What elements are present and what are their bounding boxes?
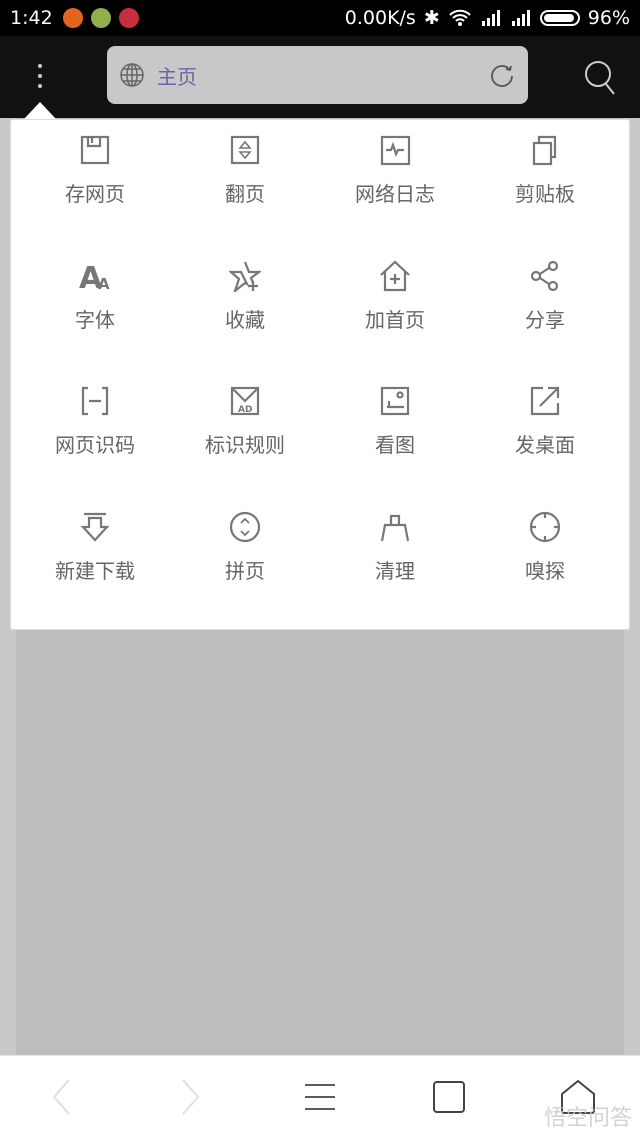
svg-text:AD: AD [238,405,252,415]
menu-item-share[interactable]: 分享 [470,246,620,356]
star-add-icon [229,261,261,292]
menu-item-clean[interactable]: 清理 [320,497,470,607]
menu-item-label: 剪贴板 [515,182,575,206]
forward-button[interactable] [165,1074,215,1120]
tools-menu: 存网页 翻页 网络日志 剪贴板 A A 字体 收藏 加首页 分享网页识码 AD 标识规则 看图 发桌面新建… [10,119,630,630]
signal-icon [511,10,530,26]
bottom-navigation: 悟空问答 [0,1055,640,1138]
menu-item-page-merge[interactable]: 拼页 [170,497,320,607]
scan-code-icon [81,386,109,416]
menu-item-sniff[interactable]: 嗅探 [470,497,620,607]
send-desktop-icon [530,386,560,416]
menu-item-label: 清理 [375,558,415,583]
menu-item-clipboard[interactable]: 剪贴板 [470,120,620,230]
page-merge-icon [229,511,261,542]
menu-item-network-log[interactable]: 网络日志 [320,120,470,230]
menu-button[interactable] [295,1074,345,1120]
bluetooth-icon: ✱ [423,7,440,29]
menu-item-label: 新建下载 [55,558,135,583]
app-notification-icon [118,8,139,28]
globe-icon [120,63,144,87]
menu-item-image-view[interactable]: 看图 [320,371,470,481]
menu-item-label: 拼页 [225,558,265,583]
menu-item-ad-rule[interactable]: AD 标识规则 [170,371,320,481]
menu-item-scan-code[interactable]: 网页识码 [20,371,170,481]
menu-icon [305,1084,335,1110]
menu-item-label: 标识规则 [205,433,285,457]
image-view-icon [380,386,410,416]
svg-text:A: A [98,275,110,292]
menu-item-label: 嗅探 [525,558,565,583]
menu-item-label: 存网页 [65,182,125,206]
address-bar[interactable]: 主页 [107,46,528,104]
menu-item-label: 字体 [75,307,115,332]
watermark: 悟空问答 [543,1106,632,1131]
battery-icon [539,10,580,26]
ad-rule-icon: AD [230,386,260,416]
sniff-icon [529,511,561,542]
page-flip-icon [230,135,260,165]
forward-icon [182,1079,200,1115]
menu-item-send-desktop[interactable]: 发桌面 [470,371,620,481]
menu-item-label: 网络日志 [355,182,435,206]
tabs-icon [433,1081,465,1113]
font-icon: AA [79,261,110,292]
app-notification-icon [62,8,83,28]
app-notification-icon [90,8,111,28]
menu-item-label: 加首页 [365,307,425,332]
tabs-button[interactable] [424,1074,474,1120]
search-icon[interactable] [582,58,618,96]
menu-item-star-add[interactable]: 收藏 [170,246,320,356]
battery-percent: 96% [587,7,630,29]
clipboard-icon [532,135,557,166]
network-speed: 0.00K/s [344,7,416,29]
menu-item-label: 发桌面 [515,433,575,457]
download-icon [80,512,110,542]
back-button[interactable] [37,1074,87,1120]
menu-item-label: 收藏 [225,307,265,332]
share-icon [530,260,559,291]
menu-item-page-flip[interactable]: 翻页 [170,120,320,230]
menu-item-font[interactable]: A A 字体 [20,246,170,356]
back-icon [52,1079,70,1115]
menu-item-home-add[interactable]: 加首页 [320,246,470,356]
save-icon [80,135,110,165]
browser-toolbar: 主页 [0,36,640,118]
reload-icon[interactable] [488,61,516,89]
menu-pointer [24,102,56,119]
clean-icon [380,514,410,541]
menu-item-download[interactable]: 新建下载 [20,497,170,607]
menu-item-save[interactable]: 存网页 [20,120,170,230]
menu-item-label: 网页识码 [55,433,135,457]
wifi-icon [449,9,471,26]
home-add-icon [380,259,410,291]
menu-item-label: 分享 [525,307,565,332]
clock: 1:42 [10,7,53,29]
network-log-icon [380,135,411,166]
more-vertical-icon[interactable] [20,54,60,98]
menu-item-label: 翻页 [225,182,265,206]
menu-item-label: 看图 [375,433,415,457]
status-bar: 1:42 0.00K/s ✱ 96% [0,0,640,36]
page-title: 主页 [157,64,197,89]
signal-icon [481,10,500,26]
